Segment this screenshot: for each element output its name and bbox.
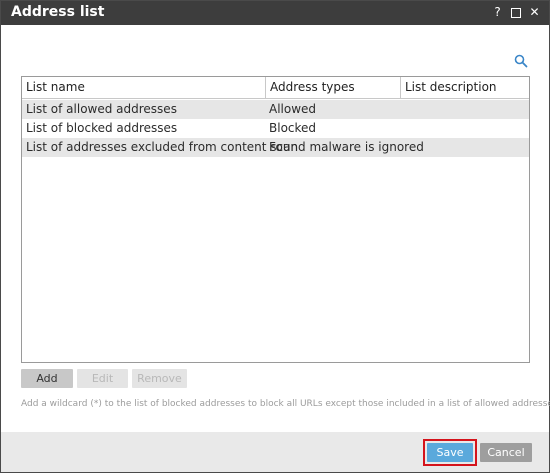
cell-list-name: List of allowed addresses — [26, 102, 177, 116]
remove-button[interactable]: Remove — [132, 369, 187, 388]
list-actions: Add Edit Remove — [21, 369, 187, 388]
cell-list-description — [400, 100, 529, 119]
address-list-table: List name Address types List description… — [21, 76, 530, 363]
cell-list-description — [400, 138, 529, 157]
add-button[interactable]: Add — [21, 369, 73, 388]
table-row[interactable]: List of allowed addresses Allowed — [22, 100, 529, 119]
cancel-button[interactable]: Cancel — [480, 443, 532, 462]
help-icon[interactable]: ? — [491, 5, 504, 20]
column-header-list-description[interactable]: List description — [400, 77, 529, 99]
title-bar: Address list ? ✕ — [1, 1, 549, 25]
column-header-list-name[interactable]: List name — [22, 77, 265, 99]
edit-button[interactable]: Edit — [77, 369, 128, 388]
address-list-dialog: Address list ? ✕ List name Address types… — [0, 0, 550, 473]
cell-list-description — [400, 119, 529, 138]
cell-list-name: List of blocked addresses — [26, 121, 178, 135]
dialog-footer: Save Cancel — [1, 432, 549, 472]
wildcard-hint: Add a wildcard (*) to the list of blocke… — [21, 399, 550, 409]
cell-address-type: Found malware is ignored — [269, 140, 424, 154]
column-header-address-types[interactable]: Address types — [265, 77, 400, 99]
cell-address-type: Allowed — [269, 102, 317, 116]
cell-list-name: List of addresses excluded from content … — [26, 140, 299, 154]
cell-address-type: Blocked — [269, 121, 317, 135]
search-icon[interactable] — [514, 54, 528, 68]
table-row[interactable]: List of addresses excluded from content … — [22, 138, 529, 157]
dialog-title: Address list — [11, 4, 105, 20]
table-header: List name Address types List description — [22, 77, 529, 99]
save-button[interactable]: Save — [427, 443, 473, 462]
table-row[interactable]: List of blocked addresses Blocked — [22, 119, 529, 138]
maximize-icon[interactable] — [511, 8, 521, 18]
close-icon[interactable]: ✕ — [528, 5, 541, 20]
window-controls: ? ✕ — [491, 5, 541, 20]
